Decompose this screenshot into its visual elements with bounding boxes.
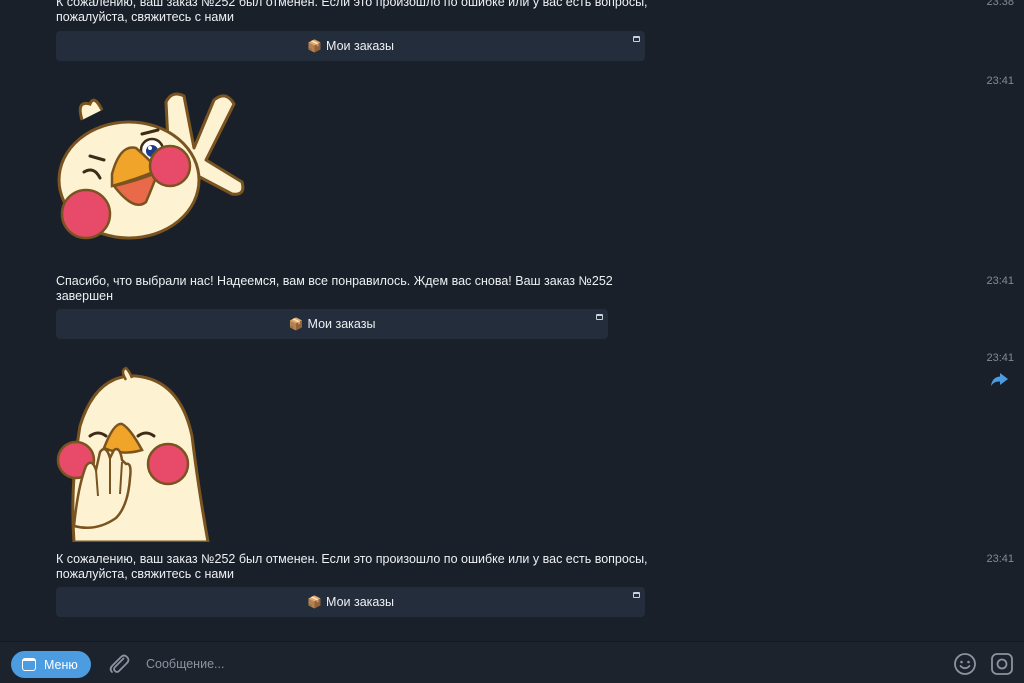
open-app-icon [633,36,640,42]
message-timestamp: 23:38 [986,0,1014,8]
message-timestamp: 23:41 [986,553,1014,565]
menu-icon [22,658,36,671]
my-orders-button[interactable]: 📦 Мои заказы [56,31,645,61]
message-text: К сожалению, ваш заказ №252 был отменен.… [56,0,648,24]
forward-icon[interactable] [990,373,1008,387]
message-timestamp: 23:41 [986,75,1014,87]
menu-button[interactable]: Меню [11,651,91,678]
message-timestamp: 23:41 [986,352,1014,364]
menu-label: Меню [44,657,78,672]
bot-command-icon[interactable] [990,652,1014,676]
emoji-icon[interactable] [953,652,977,676]
message-line: Спасибо, что выбрали нас! Надеемся, вам … [56,274,613,288]
package-icon: 📦 [307,595,323,609]
my-orders-button[interactable]: 📦 Мои заказы [56,587,645,617]
package-icon: 📦 [288,317,304,331]
message-input[interactable] [146,655,926,673]
message-text: К сожалению, ваш заказ №252 был отменен.… [56,552,648,581]
my-orders-button[interactable]: 📦 Мои заказы [56,309,608,339]
button-label: Мои заказы [326,595,394,609]
duck-shy-sticker[interactable] [56,366,216,542]
duck-ok-sticker[interactable] [54,90,249,245]
open-app-icon [633,592,640,598]
message-line: завершен [56,288,113,303]
paperclip-icon[interactable] [107,652,131,676]
button-label: Мои заказы [326,39,394,53]
message-timestamp: 23:41 [986,275,1014,287]
message-line: К сожалению, ваш заказ №252 был отменен.… [56,552,648,566]
message-line: К сожалению, ваш заказ №252 был отменен.… [56,0,648,9]
button-label: Мои заказы [307,317,376,331]
message-line: пожалуйста, свяжитесь с нами [56,566,234,581]
open-app-icon [596,314,603,320]
message-text: Спасибо, что выбрали нас! Надеемся, вам … [56,274,613,303]
package-icon: 📦 [307,39,323,53]
message-line: пожалуйста, свяжитесь с нами [56,9,234,24]
